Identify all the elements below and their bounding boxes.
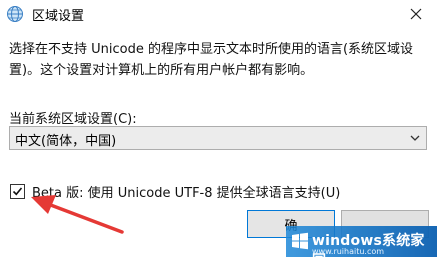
windows-logo-icon: [292, 232, 308, 250]
region-settings-dialog: 区域设置 选择在不支持 Unicode 的程序中显示文本时所使用的语言(系统区域…: [0, 0, 437, 269]
watermark: windows系统家园 www.ruihaitu.com: [286, 226, 437, 269]
watermark-site: www.ruihaitu.com: [312, 247, 385, 256]
